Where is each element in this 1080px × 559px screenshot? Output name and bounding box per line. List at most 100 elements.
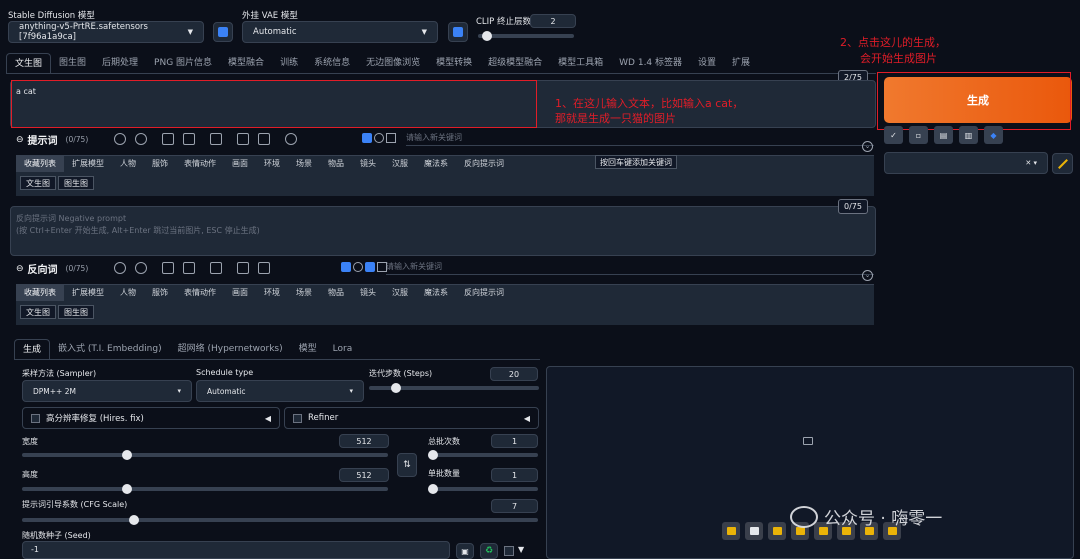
category-ext-models[interactable]: 扩展模型 <box>64 156 112 172</box>
duplicate-icon[interactable] <box>237 262 249 274</box>
category-hanfu[interactable]: 汉服 <box>384 285 416 301</box>
refiner-checkbox[interactable] <box>293 413 302 423</box>
width-slider[interactable] <box>22 450 388 460</box>
history-icon[interactable] <box>210 262 222 274</box>
tab-convert[interactable]: 模型转换 <box>428 53 480 73</box>
save-icon[interactable] <box>745 522 763 540</box>
tab-img2img[interactable]: 图生图 <box>51 53 94 73</box>
refresh-model-button[interactable] <box>213 22 233 42</box>
subtab-img2img[interactable]: 图生图 <box>58 305 94 319</box>
height-slider[interactable] <box>22 484 388 494</box>
category-people[interactable]: 人物 <box>112 156 144 172</box>
batch-size-slider[interactable] <box>428 484 538 494</box>
tab-sysinfo[interactable]: 系统信息 <box>306 53 358 73</box>
triangle-down-icon[interactable]: ▼ <box>518 545 524 554</box>
tab-embedding[interactable]: 嵌入式 (T.I. Embedding) <box>50 339 170 359</box>
copy-icon[interactable] <box>162 133 174 145</box>
category-scene-view[interactable]: 画面 <box>224 285 256 301</box>
tab-lora[interactable]: Lora <box>325 339 361 359</box>
tab-toolkit[interactable]: 模型工具箱 <box>550 53 611 73</box>
zip-icon[interactable] <box>768 522 786 540</box>
settings-icon[interactable] <box>135 133 147 145</box>
clipboard-icon[interactable]: ▥ <box>959 126 978 144</box>
paste-icon[interactable] <box>183 262 195 274</box>
vae-select[interactable]: Automatic ▼ <box>242 21 438 43</box>
cfg-slider[interactable] <box>22 515 538 525</box>
category-scene-view[interactable]: 画面 <box>224 156 256 172</box>
translate-icon[interactable] <box>114 133 126 145</box>
tab-generation[interactable]: 生成 <box>14 339 51 359</box>
category-magic[interactable]: 魔法系 <box>416 285 456 301</box>
category-clothing[interactable]: 服饰 <box>144 156 176 172</box>
refiner-accordion[interactable]: Refiner ◀ <box>284 407 539 429</box>
clip-slider[interactable] <box>478 31 574 41</box>
copy-icon[interactable] <box>162 262 174 274</box>
height-value[interactable]: 512 <box>339 468 389 482</box>
reuse-seed-button[interactable]: ♻ <box>480 543 498 559</box>
subtab-txt2img[interactable]: 文生图 <box>20 305 56 319</box>
prompt-kw-input[interactable]: 请输入新关键词 <box>406 132 874 146</box>
category-camera[interactable]: 镜头 <box>352 156 384 172</box>
expand-icon[interactable]: ⌄ <box>862 141 873 152</box>
trash-icon[interactable]: ▤ <box>934 126 953 144</box>
category-negative[interactable]: 反向提示词 <box>456 156 512 172</box>
square-icon[interactable] <box>386 133 396 143</box>
slider-knob[interactable] <box>122 450 132 460</box>
refresh-vae-button[interactable] <box>448 22 468 42</box>
check-icon[interactable]: ✓ <box>884 126 903 144</box>
category-items[interactable]: 物品 <box>320 285 352 301</box>
tab-extras[interactable]: 后期处理 <box>94 53 146 73</box>
checkbox-icon[interactable] <box>362 133 372 143</box>
category-environment[interactable]: 环境 <box>256 156 288 172</box>
checkbox-icon[interactable] <box>341 262 351 272</box>
checkbox-icon[interactable] <box>365 262 375 272</box>
clear-chevron-icon[interactable]: ✕ ▾ <box>1025 159 1037 167</box>
tab-extensions[interactable]: 扩展 <box>724 53 758 73</box>
category-camera[interactable]: 镜头 <box>352 285 384 301</box>
steps-value[interactable]: 20 <box>490 367 538 381</box>
trash-icon[interactable] <box>258 262 270 274</box>
batch-size-value[interactable]: 1 <box>491 468 538 482</box>
slider-knob[interactable] <box>129 515 139 525</box>
slider-knob[interactable] <box>482 31 492 41</box>
subtab-txt2img[interactable]: 文生图 <box>20 176 56 190</box>
category-favorites[interactable]: 收藏列表 <box>16 285 64 301</box>
neg-kw-input[interactable]: 请输入新关键词 <box>386 261 874 275</box>
paste-icon[interactable] <box>183 133 195 145</box>
category-scene[interactable]: 场景 <box>288 156 320 172</box>
category-negative[interactable]: 反向提示词 <box>456 285 512 301</box>
sd-model-select[interactable]: anything-v5-PrtRE.safetensors [7f96a1a9c… <box>8 21 204 43</box>
category-items[interactable]: 物品 <box>320 156 352 172</box>
styles-select[interactable]: ✕ ▾ <box>884 152 1048 174</box>
batch-count-slider[interactable] <box>428 450 538 460</box>
tab-merge[interactable]: 模型融合 <box>220 53 272 73</box>
open-folder-icon[interactable] <box>722 522 740 540</box>
tab-hypernetworks[interactable]: 超网络 (Hypernetworks) <box>170 339 291 359</box>
swap-dimensions-button[interactable]: ⇅ <box>397 453 417 477</box>
category-expression[interactable]: 表情动作 <box>176 156 224 172</box>
slider-knob[interactable] <box>428 484 438 494</box>
slider-knob[interactable] <box>428 450 438 460</box>
slider-knob[interactable] <box>122 484 132 494</box>
square-icon[interactable]: ▫ <box>909 126 928 144</box>
clock-icon[interactable] <box>374 133 384 143</box>
steps-slider[interactable] <box>369 383 539 393</box>
category-ext-models[interactable]: 扩展模型 <box>64 285 112 301</box>
tab-txt2img[interactable]: 文生图 <box>6 53 52 73</box>
clock-icon[interactable] <box>353 262 363 272</box>
category-people[interactable]: 人物 <box>112 285 144 301</box>
tab-wd-tagger[interactable]: WD 1.4 标签器 <box>611 53 690 73</box>
category-clothing[interactable]: 服饰 <box>144 285 176 301</box>
style-icon[interactable]: ◆ <box>984 126 1003 144</box>
tab-png-info[interactable]: PNG 图片信息 <box>146 53 220 73</box>
history-icon[interactable] <box>210 133 222 145</box>
tab-browser[interactable]: 无边图像浏览 <box>358 53 428 73</box>
hires-fix-accordion[interactable]: 高分辨率修复 (Hires. fix) ◀ <box>22 407 280 429</box>
seed-input[interactable]: -1 <box>22 541 450 559</box>
category-environment[interactable]: 环境 <box>256 285 288 301</box>
schedule-select[interactable]: Automatic ▾ <box>196 380 364 402</box>
cfg-value[interactable]: 7 <box>491 499 538 513</box>
collapse-icon[interactable]: ⊖ <box>16 135 24 145</box>
gear-icon[interactable] <box>285 133 297 145</box>
category-hanfu[interactable]: 汉服 <box>384 156 416 172</box>
